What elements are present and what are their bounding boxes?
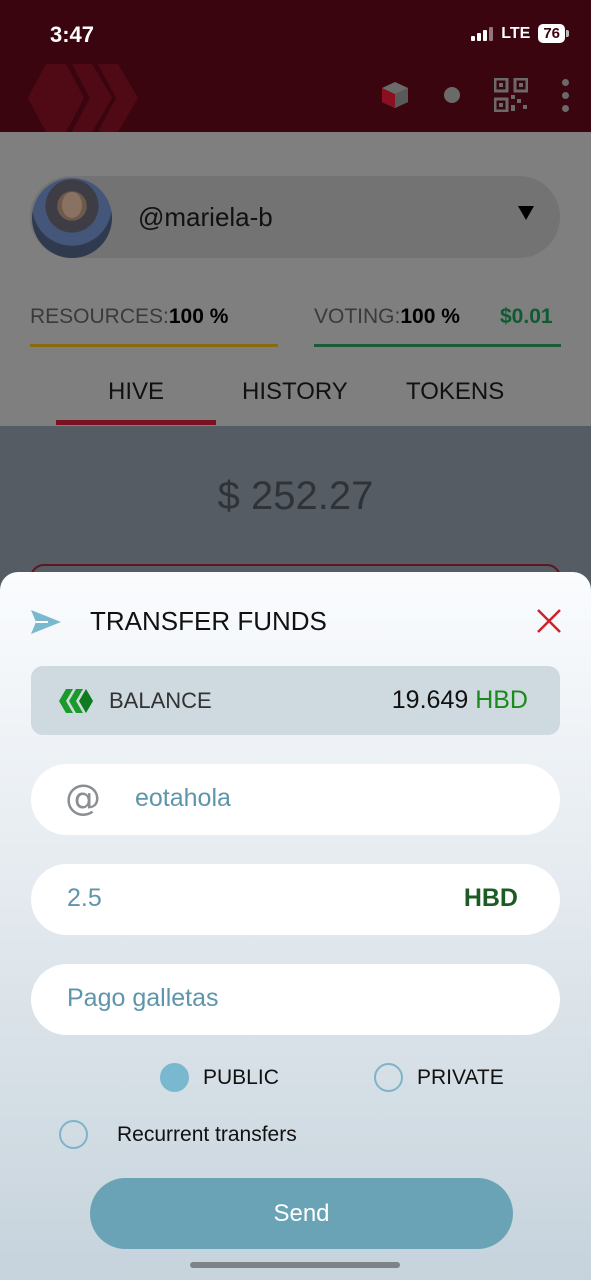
network-label: LTE [501, 24, 531, 42]
status-indicators: LTE 76 [471, 24, 569, 43]
recurrent-transfers-radio[interactable] [59, 1120, 88, 1149]
top-app-bar: 3:47 LTE 76 [0, 0, 591, 132]
at-icon: @ [65, 778, 101, 819]
sheet-title: TRANSFER FUNDS [90, 606, 327, 636]
resources-indicator: RESOURCES:100 % [30, 305, 229, 328]
public-radio[interactable] [160, 1063, 189, 1092]
voting-bar [314, 344, 561, 347]
total-balance: $ 252.27 [217, 474, 374, 518]
amount-field[interactable]: 2.5 HBD [31, 864, 560, 935]
cell-signal-icon [471, 26, 494, 41]
status-time: 3:47 [50, 22, 95, 47]
qr-code-icon[interactable] [494, 78, 528, 112]
close-icon[interactable] [536, 608, 562, 634]
active-tab-indicator [56, 420, 216, 425]
resources-bar [30, 344, 278, 347]
tab-hive[interactable]: HIVE [108, 378, 164, 406]
balance-label: BALANCE [109, 688, 212, 713]
account-username: @mariela-b [138, 202, 273, 232]
public-label: PUBLIC [203, 1066, 279, 1089]
caret-down-icon[interactable] [518, 206, 534, 220]
recipient-input[interactable]: eotahola [135, 784, 231, 813]
recipient-field[interactable]: @ eotahola [31, 764, 560, 835]
tab-history[interactable]: HISTORY [242, 378, 348, 406]
app-actions [380, 78, 569, 112]
hive-logo [28, 64, 138, 132]
private-radio[interactable] [374, 1063, 403, 1092]
status-dot-icon[interactable] [444, 87, 460, 103]
battery-icon: 76 [538, 24, 569, 43]
voting-value-usd: $0.01 [500, 305, 553, 328]
voting-indicator: VOTING:100 % [314, 305, 460, 328]
amount-currency-selector[interactable]: HBD [464, 884, 518, 913]
balance-value: 19.649 HBD [391, 686, 528, 714]
amount-input[interactable]: 2.5 [67, 884, 102, 913]
keychain-box-icon[interactable] [380, 80, 410, 110]
balance-row: BALANCE 19.649 HBD [31, 666, 560, 735]
private-label: PRIVATE [417, 1066, 504, 1089]
transfer-sheet: TRANSFER FUNDS BALANCE 19.649 HBD @ eota… [0, 572, 591, 1280]
recurrent-transfers-label: Recurrent transfers [117, 1123, 297, 1146]
memo-input[interactable]: Pago galletas [67, 984, 219, 1013]
more-menu-icon[interactable] [562, 78, 569, 112]
balance-currency: HBD [475, 686, 528, 714]
hbd-icon [59, 689, 93, 713]
home-indicator [190, 1262, 400, 1268]
memo-field[interactable]: Pago galletas [31, 964, 560, 1035]
send-button[interactable]: Send [90, 1178, 513, 1249]
avatar [32, 178, 112, 258]
tab-tokens[interactable]: TOKENS [406, 378, 504, 406]
send-icon [31, 610, 61, 634]
